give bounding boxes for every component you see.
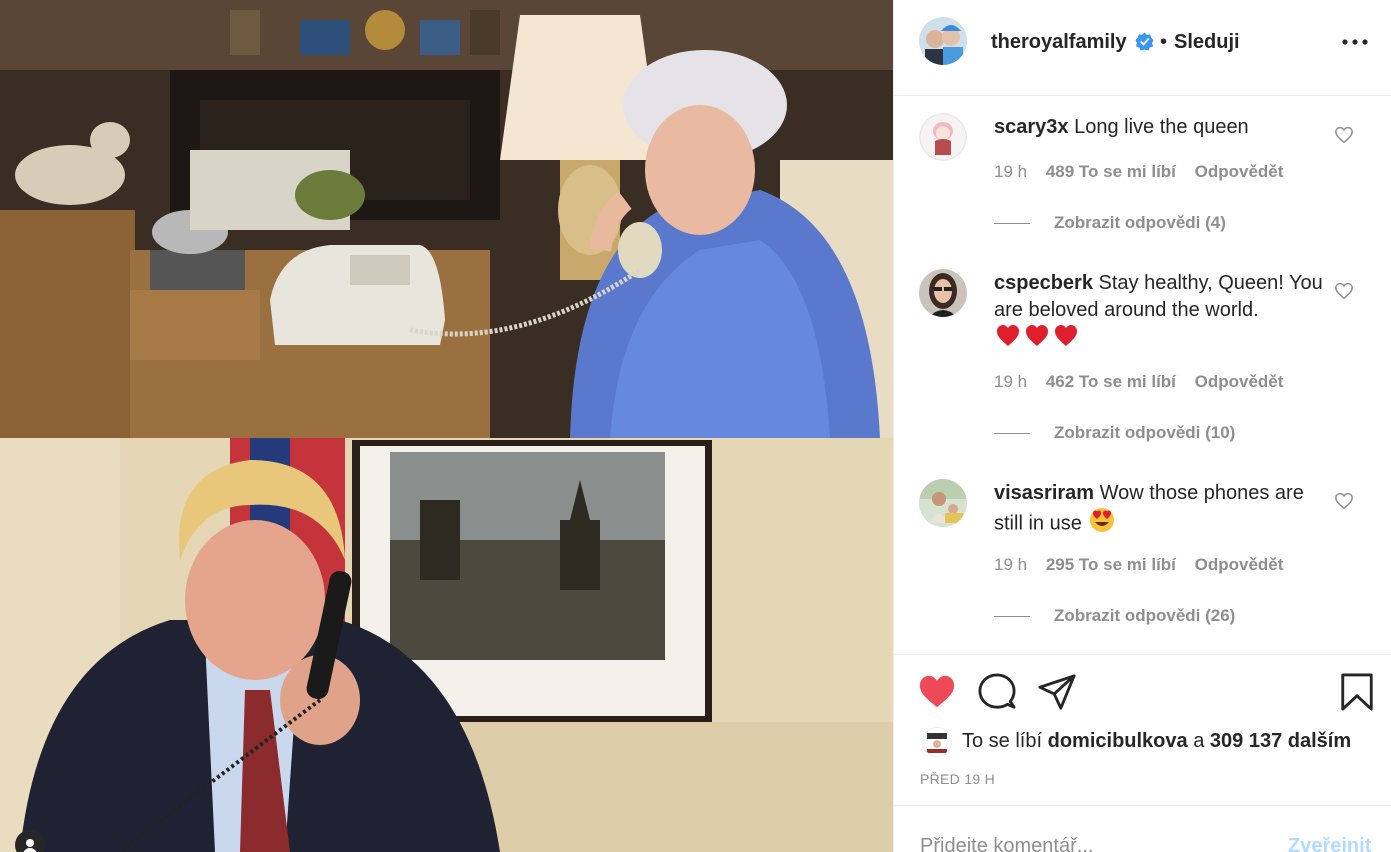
liked-by-others[interactable]: 309 137 dalším bbox=[1210, 730, 1351, 752]
comment-likes-count[interactable]: 462 To se mi líbí bbox=[1046, 372, 1176, 391]
post-image bbox=[0, 0, 893, 852]
comment-icon[interactable] bbox=[978, 673, 1016, 711]
comment-text-block: scary3x Long live the queen bbox=[994, 114, 1324, 141]
comment-like-heart-icon[interactable] bbox=[1334, 492, 1354, 510]
post-timestamp[interactable]: PŘED 19 H bbox=[920, 771, 995, 787]
post-header: theroyalfamily • Sleduji bbox=[894, 0, 1391, 96]
heart-filled-icon[interactable] bbox=[918, 673, 956, 711]
view-replies-button[interactable]: Zobrazit odpovědi (4) bbox=[994, 213, 1226, 233]
add-comment-input[interactable] bbox=[920, 835, 1250, 852]
comment-username[interactable]: visasriram bbox=[994, 482, 1094, 504]
comment-time: 19 h bbox=[994, 555, 1028, 574]
liked-by-line: To se líbí domicibulkova a 309 137 další… bbox=[962, 730, 1351, 753]
view-replies-label: Zobrazit odpovědi (4) bbox=[1054, 213, 1226, 232]
comment-heart-eyes-emoji bbox=[1089, 507, 1115, 541]
author-username[interactable]: theroyalfamily bbox=[991, 31, 1127, 54]
replies-divider bbox=[994, 223, 1030, 225]
comment-avatar-scary3x[interactable] bbox=[919, 113, 967, 161]
comment-likes-count[interactable]: 489 To se mi líbí bbox=[1046, 162, 1176, 181]
post-comment-button[interactable]: Zveřejnit bbox=[1288, 835, 1371, 852]
comment-body: Long live the queen bbox=[1074, 116, 1249, 138]
comment-hearts-emoji bbox=[996, 324, 1084, 356]
comment-avatar-cspecberk[interactable] bbox=[919, 269, 967, 317]
comment-username[interactable]: cspecberk bbox=[994, 272, 1093, 294]
comment-reply-button[interactable]: Odpovědět bbox=[1195, 372, 1284, 391]
view-replies-label: Zobrazit odpovědi (10) bbox=[1054, 423, 1236, 442]
comment-meta: 19 h 489 To se mi líbí Odpovědět bbox=[994, 162, 1297, 182]
author-avatar[interactable] bbox=[919, 17, 967, 65]
comment-reply-button[interactable]: Odpovědět bbox=[1195, 555, 1284, 574]
replies-divider bbox=[994, 433, 1030, 435]
bookmark-icon[interactable] bbox=[1338, 673, 1376, 711]
view-replies-label: Zobrazit odpovědi (26) bbox=[1054, 606, 1236, 625]
comment-like-heart-icon[interactable] bbox=[1334, 282, 1354, 300]
view-replies-button[interactable]: Zobrazit odpovědi (26) bbox=[994, 606, 1235, 626]
tagged-users-icon[interactable] bbox=[15, 830, 45, 852]
comment-username[interactable]: scary3x bbox=[994, 116, 1069, 138]
comment-text-block: cspecberk Stay healthy, Queen! You are b… bbox=[994, 270, 1324, 356]
post-sidebar: theroyalfamily • Sleduji scary3x Long li… bbox=[893, 0, 1391, 852]
comment-avatar-visasriram[interactable] bbox=[919, 479, 967, 527]
tagged-user-head bbox=[26, 839, 34, 847]
liked-by-user[interactable]: domicibulkova bbox=[1048, 730, 1188, 752]
post-actions: To se líbí domicibulkova a 309 137 další… bbox=[894, 654, 1391, 806]
comment-time: 19 h bbox=[994, 372, 1028, 391]
liked-by-prefix: To se líbí bbox=[962, 730, 1043, 752]
comment-reply-button[interactable]: Odpovědět bbox=[1195, 162, 1284, 181]
more-options-icon[interactable] bbox=[1340, 31, 1370, 51]
comment-like-heart-icon[interactable] bbox=[1334, 126, 1354, 144]
tagged-user-body bbox=[23, 848, 37, 852]
verified-badge-icon bbox=[1135, 32, 1154, 51]
comment-meta: 19 h 462 To se mi líbí Odpovědět bbox=[994, 372, 1297, 392]
follow-status-button[interactable]: Sleduji bbox=[1174, 31, 1240, 54]
liked-by-conj: a bbox=[1193, 730, 1205, 752]
liked-by-avatar[interactable] bbox=[922, 727, 952, 757]
comment-text-block: visasriram Wow those phones are still in… bbox=[994, 480, 1324, 541]
view-replies-button[interactable]: Zobrazit odpovědi (10) bbox=[994, 423, 1235, 443]
comment-likes-count[interactable]: 295 To se mi líbí bbox=[1046, 555, 1176, 574]
replies-divider bbox=[994, 616, 1030, 618]
comment-time: 19 h bbox=[994, 162, 1028, 181]
add-comment-bar: Zveřejnit bbox=[894, 806, 1391, 852]
post-photo[interactable] bbox=[0, 0, 893, 852]
share-icon[interactable] bbox=[1038, 673, 1076, 711]
comment-meta: 19 h 295 To se mi líbí Odpovědět bbox=[994, 555, 1297, 575]
header-separator: • bbox=[1160, 31, 1168, 53]
